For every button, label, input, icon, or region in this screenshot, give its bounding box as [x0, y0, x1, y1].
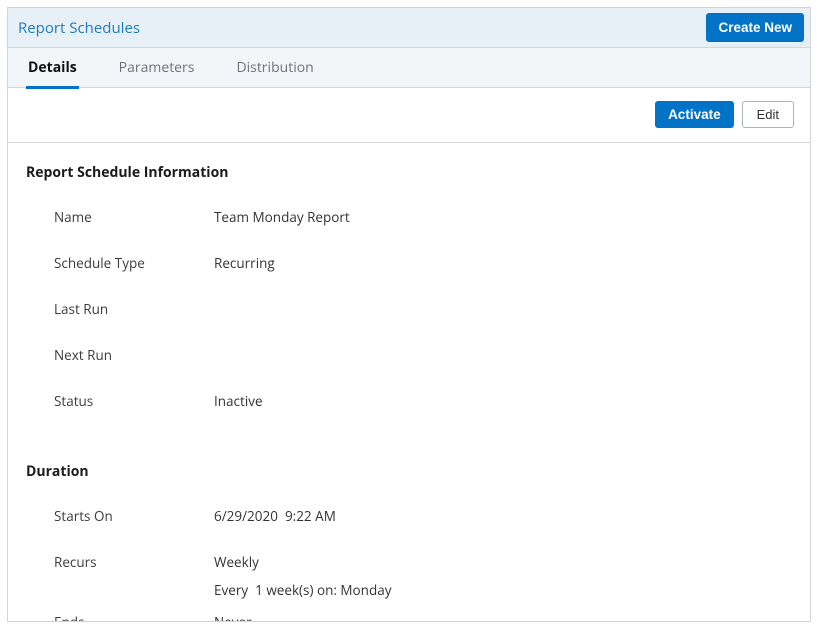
field-value-ends: Never [214, 613, 252, 622]
field-value-starts-on: 6/29/2020 9:22 AM [214, 507, 336, 525]
create-new-button[interactable]: Create New [706, 13, 804, 42]
field-last-run: Last Run [26, 300, 792, 318]
tabs-bar: Details Parameters Distribution [8, 48, 810, 88]
page-title: Report Schedules [18, 18, 140, 38]
field-recurs: Recurs Weekly [26, 553, 792, 571]
field-value-recurs-detail: Every 1 week(s) on: Monday [214, 581, 391, 599]
field-recurs-detail: Every 1 week(s) on: Monday [26, 581, 792, 599]
field-label-recurs: Recurs [54, 553, 214, 571]
field-label-starts-on: Starts On [54, 507, 214, 525]
field-ends: Ends Never [26, 613, 792, 622]
field-value-name: Team Monday Report [214, 208, 350, 226]
field-label-status: Status [54, 392, 214, 410]
header-bar: Report Schedules Create New [8, 8, 810, 48]
field-label-schedule-type: Schedule Type [54, 254, 214, 272]
section-title-info: Report Schedule Information [26, 163, 792, 182]
tab-details[interactable]: Details [26, 48, 79, 89]
field-next-run: Next Run [26, 346, 792, 364]
field-label-name: Name [54, 208, 214, 226]
action-bar: Activate Edit [8, 88, 810, 143]
field-value-recurs: Weekly [214, 553, 259, 571]
field-status: Status Inactive [26, 392, 792, 410]
field-value-schedule-type: Recurring [214, 254, 275, 272]
field-label-last-run: Last Run [54, 300, 214, 318]
field-starts-on: Starts On 6/29/2020 9:22 AM [26, 507, 792, 525]
activate-button[interactable]: Activate [655, 101, 734, 128]
section-title-duration: Duration [26, 462, 792, 481]
field-value-status: Inactive [214, 392, 263, 410]
field-label-next-run: Next Run [54, 346, 214, 364]
tab-distribution[interactable]: Distribution [234, 48, 315, 89]
edit-button[interactable]: Edit [742, 101, 794, 128]
tab-parameters[interactable]: Parameters [117, 48, 197, 89]
field-label-empty [54, 581, 214, 599]
field-label-ends: Ends [54, 613, 214, 622]
field-schedule-type: Schedule Type Recurring [26, 254, 792, 272]
details-content: Report Schedule Information Name Team Mo… [8, 143, 810, 622]
field-name: Name Team Monday Report [26, 208, 792, 226]
